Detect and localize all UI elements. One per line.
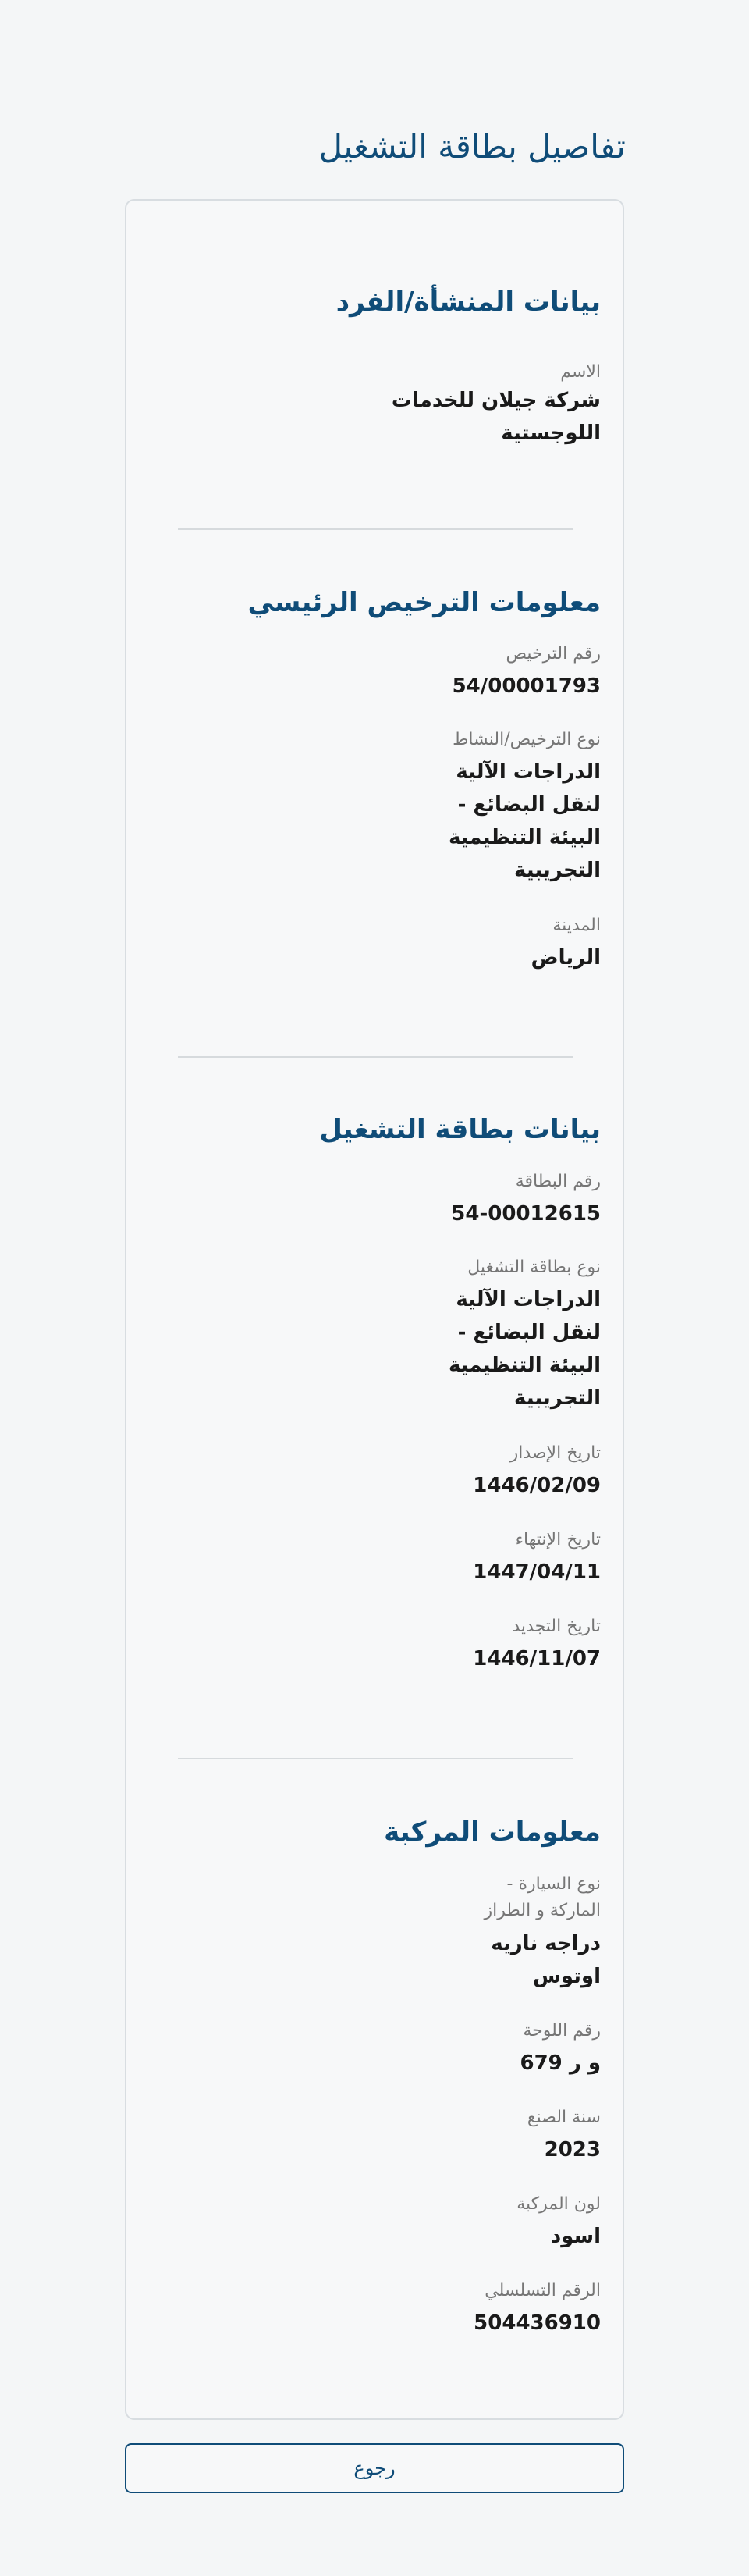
section-divider (178, 1056, 573, 1058)
operating-card-section: بيانات بطاقة التشغيل رقم البطاقة 54-0001… (164, 1110, 601, 1670)
section-divider (178, 528, 573, 530)
vehicle-type-value-line1: دراجه ناريه (491, 1932, 601, 1955)
vehicle-color-value: اسود (550, 2225, 601, 2248)
card-number-label: رقم البطاقة (515, 1172, 601, 1191)
back-button[interactable]: رجوع (125, 2443, 624, 2493)
establishment-section: بيانات المنشأة/الفرد الاسم شركة جيلان لل… (164, 283, 601, 454)
details-card: بيانات المنشأة/الفرد الاسم شركة جيلان لل… (125, 199, 624, 2420)
license-section: معلومات الترخيص الرئيسي رقم الترخيص 54/0… (164, 583, 601, 970)
license-type-value-line4: التجريبية (514, 859, 601, 882)
vehicle-section-title: معلومات المركبة (384, 1816, 601, 1848)
license-type-label: نوع الترخيص/النشاط (453, 730, 601, 749)
section-divider (178, 1758, 573, 1759)
name-value-line1: شركة جيلان للخدمات (391, 389, 601, 412)
manufacture-year-value: 2023 (544, 2138, 601, 2161)
expiry-date-label: تاريخ الإنتهاء (515, 1530, 601, 1550)
name-value-line2: اللوجستية (501, 422, 601, 445)
card-type-value-line4: التجريبية (514, 1386, 601, 1410)
issue-date-value: 1446/02/09 (473, 1474, 601, 1497)
license-number-value: 54/00001793 (452, 674, 601, 698)
card-type-value-line1: الدراجات الآلية (456, 1288, 601, 1311)
city-label: المدينة (552, 916, 601, 935)
license-type-value-line2: لنقل البضائع - (457, 793, 601, 817)
plate-number-label: رقم اللوحة (523, 2021, 601, 2041)
card-type-label: نوع بطاقة التشغيل (467, 1258, 601, 1277)
renewal-date-value: 1446/11/07 (473, 1647, 601, 1670)
expiry-date-value: 1447/04/11 (473, 1560, 601, 1584)
vehicle-type-value-line2: اوتوس (532, 1965, 601, 1988)
renewal-date-label: تاريخ التجديد (512, 1617, 601, 1636)
plate-number-value: و ر 679 (520, 2051, 601, 2075)
vehicle-type-label-line1: نوع السيارة - (506, 1874, 601, 1894)
page-title: تفاصيل بطاقة التشغيل (318, 127, 626, 165)
license-number-label: رقم الترخيص (506, 644, 601, 664)
vehicle-section: معلومات المركبة نوع السيارة - الماركة و … (164, 1813, 601, 2359)
vehicle-color-label: لون المركبة (516, 2194, 601, 2214)
card-number-value: 54-00012615 (451, 1202, 601, 1226)
manufacture-year-label: سنة الصنع (527, 2108, 601, 2127)
operating-card-section-title: بيانات بطاقة التشغيل (319, 1114, 601, 1145)
city-value: الرياض (531, 946, 601, 970)
license-type-value-line3: البيئة التنظيمية (449, 826, 601, 849)
name-label: الاسم (560, 362, 601, 382)
license-type-value-line1: الدراجات الآلية (456, 760, 601, 784)
card-type-value-line2: لنقل البضائع - (457, 1321, 601, 1344)
serial-number-label: الرقم التسلسلي (485, 2281, 601, 2300)
serial-number-value: 504436910 (474, 2311, 601, 2335)
establishment-section-title: بيانات المنشأة/الفرد (335, 286, 601, 318)
vehicle-type-label-line2: الماركة و الطراز (484, 1901, 601, 1920)
license-section-title: معلومات الترخيص الرئيسي (247, 587, 601, 618)
card-type-value-line3: البيئة التنظيمية (449, 1354, 601, 1377)
issue-date-label: تاريخ الإصدار (509, 1443, 601, 1463)
